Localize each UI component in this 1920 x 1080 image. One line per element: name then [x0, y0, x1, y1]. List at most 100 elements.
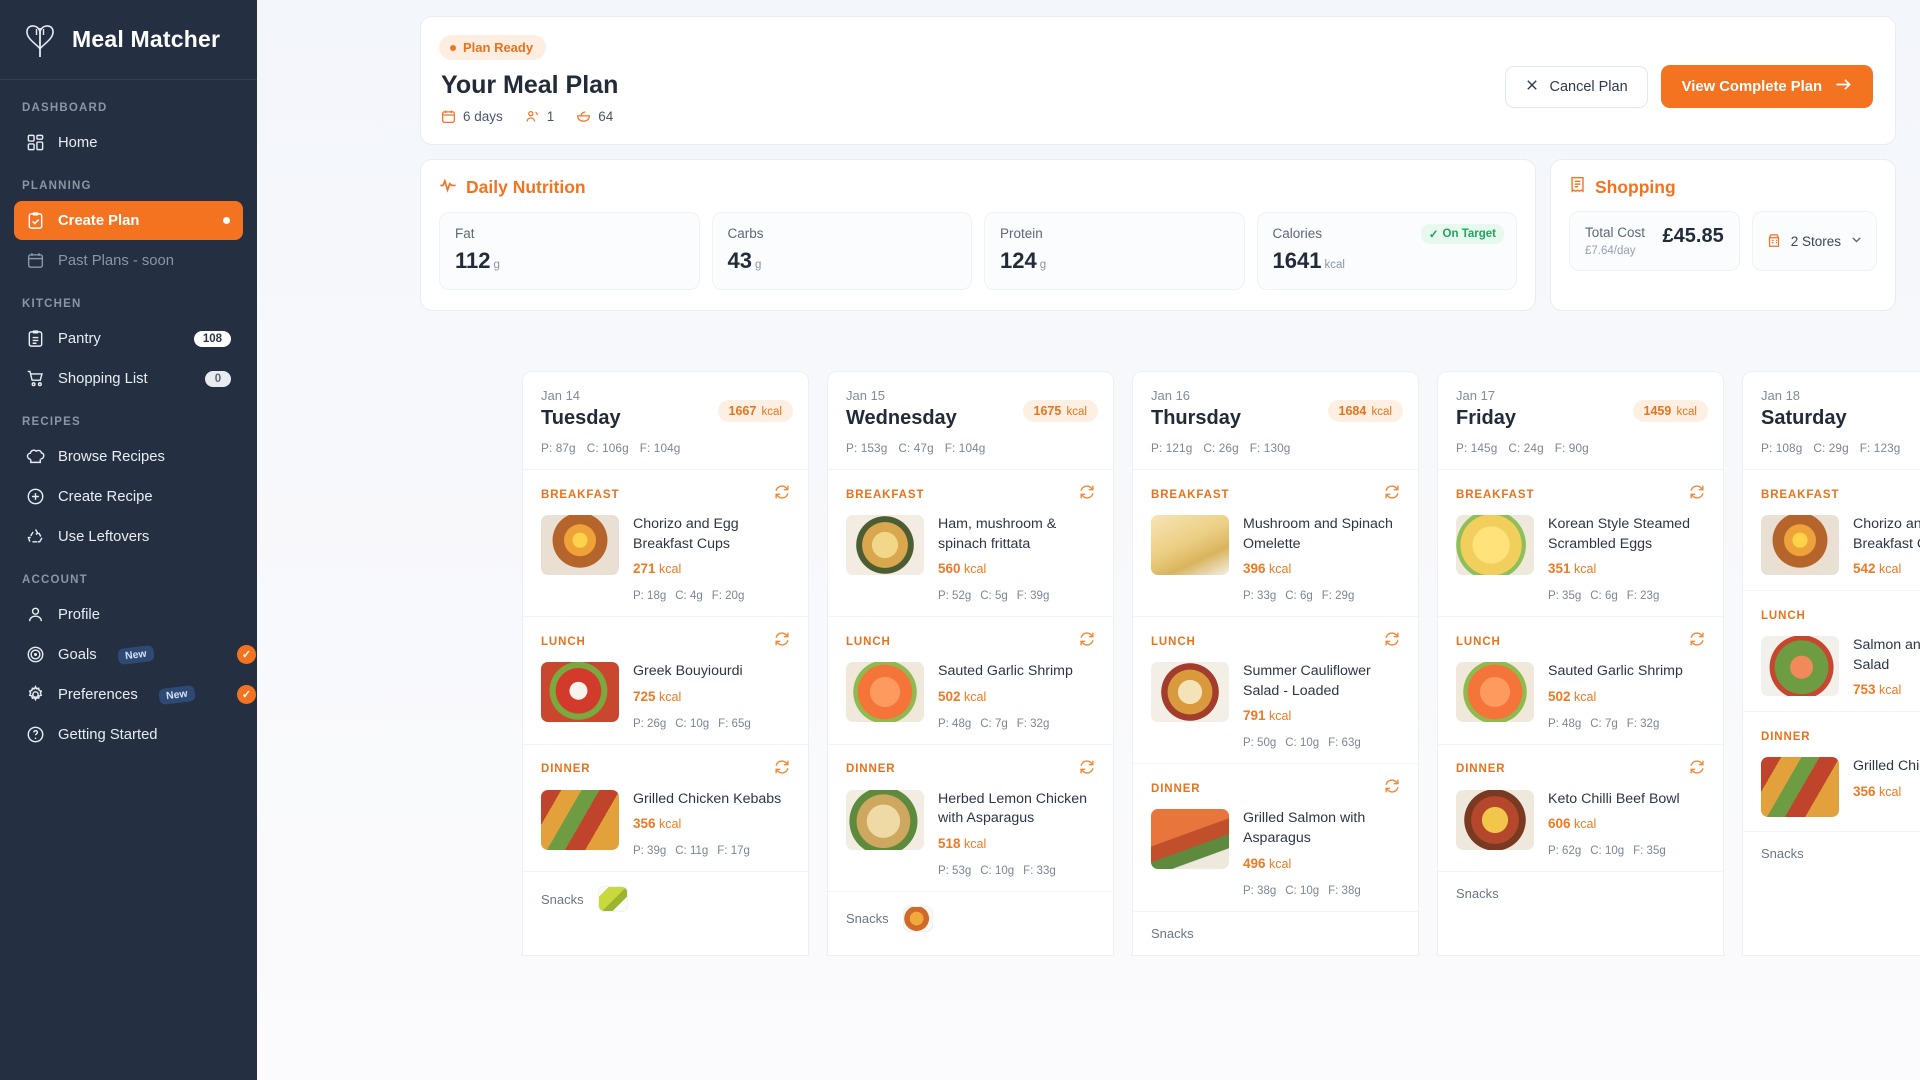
meal-body[interactable]: Grilled Salmon with Asparagus 496 kcal P: … — [1151, 809, 1400, 897]
meal-calories-unit: kcal — [1265, 562, 1292, 577]
app-root: Meal Matcher DASHBOARD Home PLANNING Cre… — [0, 0, 1920, 1080]
nav-group-planning-label: PLANNING — [22, 180, 92, 192]
meal-thumbnail — [846, 515, 924, 575]
meal-macro: P: 62g — [1548, 845, 1582, 858]
meal-body[interactable]: Korean Style Steamed Scrambled Eggs 351 k… — [1456, 515, 1705, 602]
view-complete-plan-label: View Complete Plan — [1681, 78, 1822, 95]
meal-calories: 496 kcal — [1243, 855, 1292, 871]
sidebar-item-preferences[interactable]: Preferences New ✓ — [14, 675, 256, 714]
meal-body[interactable]: Sauted Garlic Shrimp 502 kcal P: 48g C: 7g F… — [846, 662, 1095, 730]
meal-type-label: LUNCH — [1151, 635, 1196, 648]
swap-meal-icon[interactable] — [1079, 759, 1095, 780]
day-columns-scroller[interactable]: Jan 14 Tuesday 1667 kcal P: 87g C: 106g F: 10… — [514, 371, 1920, 1080]
day-date: Jan 18 — [1761, 388, 1801, 403]
sidebar-item-shopping-list[interactable]: Shopping List 0 — [14, 359, 243, 398]
meal-nutrition: 271 kcal P: 18g C: 4g F: 20g — [633, 561, 790, 602]
view-complete-plan-button[interactable]: View Complete Plan — [1660, 65, 1873, 108]
meal-calories-unit: kcal — [1265, 709, 1292, 724]
day-macros: P: 87g C: 106g F: 104g — [541, 441, 790, 455]
clipboard-check-icon — [26, 211, 45, 230]
meal-thumbnail — [1151, 515, 1229, 575]
sidebar-item-browse-recipes[interactable]: Browse Recipes — [14, 437, 243, 476]
swap-meal-icon[interactable] — [1689, 484, 1705, 505]
meal-info: Grilled Salmon with Asparagus 496 kcal P: … — [1243, 809, 1400, 896]
meal-thumbnail — [1456, 789, 1534, 850]
meal-body[interactable]: Grilled Chicken Kebabs 356 kcal P: 39g C: 1… — [541, 789, 790, 857]
swap-meal-icon[interactable] — [1384, 631, 1400, 652]
meal-body[interactable]: Sauted Garlic Shrimp 502 kcal P: 48g C: 7g F… — [1456, 662, 1705, 730]
meal-macro: C: 10g — [1590, 845, 1625, 858]
meal-calories: 356 kcal — [1853, 783, 1902, 799]
meal-macro: P: 50g — [1243, 737, 1277, 750]
meal-macro: F: 33g — [1023, 864, 1056, 877]
macro-cards: Fat 112 g Carbs 43 g Protein 124 g Calor… — [439, 212, 1517, 290]
meal-macro: F: 38g — [1328, 884, 1361, 897]
cancel-plan-button[interactable]: Cancel Plan — [1505, 65, 1648, 108]
day-macros: P: 153g C: 47g F: 104g — [846, 441, 1095, 455]
check-icon: ✓ — [237, 685, 256, 704]
brand[interactable]: Meal Matcher — [0, 0, 257, 80]
meal-body[interactable]: Chorizo and Egg Breakfast Cups 271 kcal P:… — [541, 515, 790, 602]
bowl-icon — [576, 109, 591, 124]
sidebar-item-pantry[interactable]: Pantry 108 — [14, 319, 243, 358]
meal-name: Keto Chilli Beef Bowl — [1548, 790, 1680, 807]
meal-body[interactable]: Ham, mushroom & spinach frittata 560 kcal… — [846, 515, 1095, 602]
meal-body[interactable]: Grilled Chicken Kebabs 356 kcal — [1761, 757, 1920, 818]
macro-value-wrap: 43 g — [728, 248, 957, 274]
meal-body[interactable]: Herbed Lemon Chicken with Asparagus 518 k… — [846, 789, 1095, 877]
sidebar-item-getting-started[interactable]: Getting Started — [14, 715, 243, 754]
meal-thumbnail — [1761, 636, 1839, 697]
sidebar-item-past-plans[interactable]: Past Plans - soon — [14, 241, 243, 280]
sidebar-item-home[interactable]: Home — [14, 123, 243, 162]
swap-meal-icon[interactable] — [1689, 759, 1705, 780]
meal-macro: P: 38g — [1243, 884, 1277, 897]
meal-nutrition: 791 kcal P: 50g C: 10g F: 63g — [1243, 708, 1400, 749]
cost-per-day: £7.64/day — [1585, 245, 1636, 257]
meal-body[interactable]: Chorizo and Egg Breakfast Cups 542 kcal — [1761, 515, 1920, 576]
macro-label: Carbs — [727, 226, 764, 241]
new-badge: New — [157, 684, 196, 705]
status-badge-label: Plan Ready — [463, 40, 534, 55]
snack-thumbnail[interactable] — [902, 905, 933, 932]
meal-body[interactable]: Mushroom and Spinach Omelette 396 kcal P: … — [1151, 515, 1400, 602]
swap-meal-icon[interactable] — [1689, 631, 1705, 652]
swap-meal-icon[interactable] — [774, 759, 790, 780]
snack-thumbnail[interactable] — [597, 886, 628, 913]
meal-slot-header: DINNER — [541, 759, 790, 780]
sidebar-item-create-plan[interactable]: Create Plan — [14, 201, 243, 240]
macro-card-carbs: Carbs 43 g — [711, 212, 972, 290]
meal-body[interactable]: Keto Chilli Beef Bowl 606 kcal P: 62g C: 10… — [1456, 789, 1705, 858]
swap-meal-icon[interactable] — [774, 484, 790, 505]
stores-dropdown[interactable]: 2 Stores — [1751, 211, 1877, 271]
meal-nutrition: 356 kcal — [1853, 784, 1920, 799]
sidebar-item-create-recipe[interactable]: Create Recipe — [14, 477, 243, 516]
meal-nutrition: 518 kcal P: 53g C: 10g F: 33g — [938, 836, 1095, 877]
meal-body[interactable]: Summer Cauliflower Salad - Loaded 791 kca… — [1151, 662, 1400, 749]
snacks-label: Snacks — [1456, 886, 1499, 902]
cancel-plan-label: Cancel Plan — [1549, 78, 1628, 95]
swap-meal-icon[interactable] — [1384, 778, 1400, 799]
sidebar-item-use-leftovers[interactable]: Use Leftovers — [14, 517, 243, 556]
shopping-list-count-badge: 0 — [205, 370, 231, 387]
meal-body[interactable]: Salmon and Avocado Salad 753 kcal — [1761, 636, 1920, 697]
swap-meal-icon[interactable] — [1384, 484, 1400, 505]
meal-macro: P: 52g — [938, 590, 972, 603]
swap-meal-icon[interactable] — [1079, 631, 1095, 652]
shopping-panel: Shopping Total Cost £7.64/day £45.85 2 S… — [1550, 159, 1896, 311]
meal-body[interactable]: Greek Bouyiourdi 725 kcal P: 26g C: 10g F: 6… — [541, 662, 790, 730]
snacks-label: Snacks — [1761, 846, 1804, 862]
sidebar-item-profile[interactable]: Goals Profile — [14, 595, 243, 634]
meal-slot-header: DINNER — [1151, 778, 1400, 799]
day-macro: C: 24g — [1508, 441, 1544, 455]
day-header: Jan 14 Tuesday 1667 kcal P: 87g C: 106g F: 10… — [523, 372, 808, 470]
meal-slot: LUNCH Greek Bouyiourdi 725 kcal P: 26g C: 10… — [523, 617, 808, 745]
meal-macro: P: 48g — [1548, 717, 1582, 730]
meal-thumbnail — [1456, 515, 1534, 575]
day-column: Jan 14 Tuesday 1667 kcal P: 87g C: 106g F: 10… — [522, 371, 809, 956]
clipboard-list-icon — [26, 329, 45, 348]
sidebar-item-goals[interactable]: Goals New ✓ — [14, 635, 256, 674]
swap-meal-icon[interactable] — [774, 631, 790, 652]
chef-hat-icon — [26, 447, 45, 466]
swap-meal-icon[interactable] — [1079, 484, 1095, 505]
meal-nutrition: 753 kcal — [1853, 682, 1920, 697]
